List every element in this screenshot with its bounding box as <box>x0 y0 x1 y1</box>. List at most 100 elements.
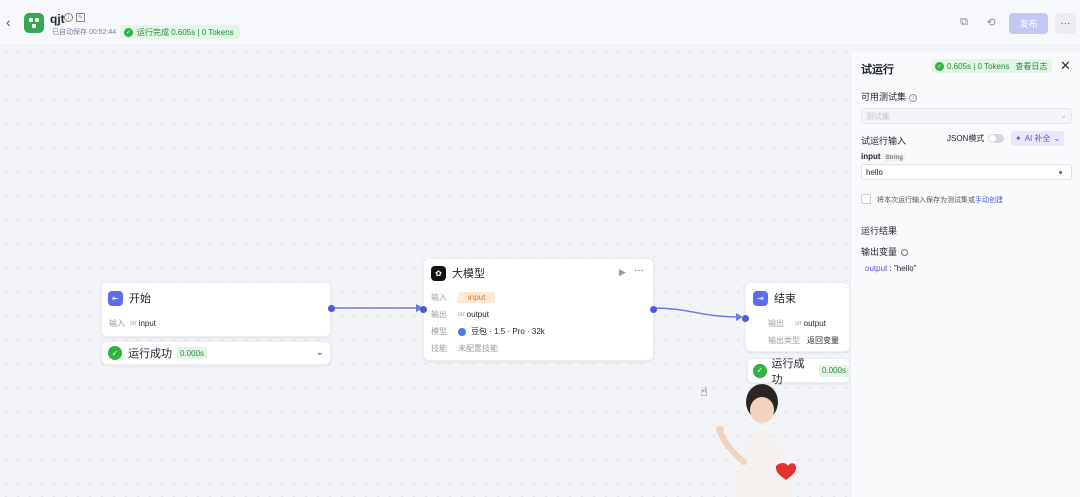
start-node-header: ⇤ 开始 <box>108 290 151 306</box>
llm-model-value: 豆包 · 1.5 · Pro · 32k <box>471 327 545 336</box>
manual-create-link[interactable]: 手动创建 <box>975 197 1003 204</box>
app-logo <box>24 13 44 33</box>
output-value-line: output : "hello" <box>865 264 917 273</box>
end-kind-value: 返回变量 <box>807 336 839 345</box>
llm-input-label: 输入 <box>431 293 447 302</box>
input-value: hello <box>866 167 883 177</box>
end-output-row: 输出 str output <box>768 318 826 329</box>
start-node[interactable]: ⇤ 开始 输入 str input <box>101 282 335 337</box>
llm-output-var: str output <box>458 310 489 319</box>
output-var-label: 输出变量 <box>861 245 909 258</box>
json-mode-label: JSON模式 <box>947 134 985 143</box>
output-var-text: 输出变量 <box>861 247 898 257</box>
ai-fill-label: AI 补全 <box>1024 134 1051 143</box>
back-button[interactable]: ‹ <box>6 14 18 30</box>
end-kind-label: 输出类型 <box>768 336 800 345</box>
end-icon: ⇥ <box>753 290 768 306</box>
end-result-time: 0.000s <box>818 364 849 377</box>
check-icon: ✓ <box>935 61 944 71</box>
input-field-label: input String <box>861 152 905 162</box>
test-set-select[interactable]: 测试集 ⌄ <box>861 108 1072 124</box>
play-icon[interactable]: ▶ <box>619 267 626 278</box>
presenter-illustration <box>716 384 796 497</box>
end-node[interactable]: ⇥ 结束 输出 str output 输出类型 返回变量 <box>742 282 850 352</box>
view-log-link[interactable]: 查看日志 <box>1015 61 1047 72</box>
sparkle-icon: ✦ <box>1015 134 1022 143</box>
test-run-panel: 试运行 ✓ 0.605s | 0 Tokens 查看日志 ✕ 可用测试集 i 测试… <box>850 52 1080 497</box>
llm-output-label: 输出 <box>431 310 447 319</box>
input-value-field[interactable]: hello <box>861 164 1072 180</box>
llm-output-row: 输出 str output <box>431 309 489 320</box>
copy-icon[interactable]: ⧉ <box>958 16 970 28</box>
history-icon[interactable]: ⟲ <box>985 16 997 29</box>
end-node-title: 结束 <box>774 293 796 305</box>
top-toolbar: ‹ qjt i ✎ 已自动保存 00:52:44 ✓ 运行完成 0.605s |… <box>0 0 1080 46</box>
start-result-time: 0.000s <box>177 347 208 359</box>
start-input-row: 输入 str input <box>109 318 156 329</box>
llm-icon: ✿ <box>431 265 446 281</box>
llm-skill-value: 未配置技能 <box>458 344 498 353</box>
start-icon: ⇤ <box>108 290 123 306</box>
llm-input-port[interactable] <box>420 306 427 313</box>
chevron-down-icon: ⌄ <box>1053 134 1061 143</box>
output-key: output <box>865 264 888 273</box>
workflow-icon <box>29 18 39 28</box>
llm-output-name: output <box>466 310 489 319</box>
llm-model-row: 模型 豆包 · 1.5 · Pro · 32k <box>431 326 545 337</box>
copy-icon[interactable] <box>901 249 909 257</box>
start-var-type: str <box>130 320 137 327</box>
workflow-canvas[interactable]: ⇤ 开始 输入 str input ✓ 运行成功 0.000s ⌄ ✿ 大模型 … <box>0 46 850 497</box>
start-result-label: 运行成功 <box>128 348 172 360</box>
end-input-port[interactable] <box>742 315 749 322</box>
result-label: 运行结果 <box>861 226 898 236</box>
check-icon: ✓ <box>124 27 133 37</box>
llm-input-var: input <box>458 292 496 303</box>
end-node-header: ⇥ 结束 <box>753 290 796 306</box>
edge-llm-end <box>653 307 741 318</box>
start-input-label: 输入 <box>109 319 125 328</box>
success-icon: ✓ <box>108 346 122 360</box>
panel-title: 试运行 <box>861 64 894 76</box>
output-value: : "hello" <box>887 264 917 273</box>
start-result[interactable]: ✓ 运行成功 0.000s ⌄ <box>101 341 331 365</box>
publish-button[interactable]: 发布 <box>1009 13 1048 34</box>
edit-icon[interactable]: ✎ <box>76 13 85 22</box>
run-status-badge: ✓ 运行完成 0.605s | 0 Tokens <box>120 25 240 39</box>
llm-node[interactable]: ✿ 大模型 ▶ ··· 输入 input 输出 str output 模型 豆包… <box>420 258 657 361</box>
json-mode-toggle[interactable] <box>988 134 1005 143</box>
save-text: 将本次运行输入保存为测试集或 <box>877 197 975 204</box>
test-set-label-text: 可用测试集 <box>861 92 907 102</box>
panel-status-text: 0.605s | 0 Tokens <box>947 61 1010 71</box>
end-kind-row: 输出类型 返回变量 <box>768 335 839 346</box>
start-node-title: 开始 <box>129 293 151 305</box>
input-type-tag: String <box>883 154 905 162</box>
chevron-down-icon[interactable]: ⌄ <box>316 347 324 358</box>
test-set-label: 可用测试集 i <box>861 90 918 103</box>
end-output-var: str output <box>795 319 826 328</box>
save-testset-text: 将本次运行输入保存为测试集或手动创建 <box>877 195 1003 205</box>
doubao-icon <box>458 327 466 336</box>
input-name: input <box>861 152 881 161</box>
llm-node-header: ✿ 大模型 <box>431 265 485 281</box>
start-output-port[interactable] <box>328 305 335 312</box>
llm-output-port[interactable] <box>650 306 657 313</box>
chevron-down-icon: ⌄ <box>1060 111 1067 120</box>
llm-input-row: 输入 input <box>431 292 496 303</box>
info-icon[interactable]: i <box>909 93 918 102</box>
llm-model-label: 模型 <box>431 327 447 336</box>
more-button[interactable]: ··· <box>1055 13 1076 34</box>
llm-output-type: str <box>458 311 465 318</box>
end-output-label: 输出 <box>768 319 784 328</box>
test-set-placeholder: 测试集 <box>866 111 890 121</box>
run-status-text: 运行完成 0.605s | 0 Tokens <box>137 27 234 37</box>
more-icon[interactable]: ··· <box>634 265 644 276</box>
save-testset-checkbox[interactable] <box>861 194 871 204</box>
ai-fill-button[interactable]: ✦ AI 补全 ⌄ <box>1011 131 1065 146</box>
end-output-type: str <box>795 320 802 327</box>
start-var: str input <box>130 319 156 328</box>
end-output-name: output <box>803 319 826 328</box>
app-title: qjt <box>50 12 65 26</box>
close-icon[interactable]: ✕ <box>1060 58 1071 74</box>
title-actions: i ✎ <box>64 13 85 22</box>
info-icon[interactable]: i <box>64 13 73 22</box>
